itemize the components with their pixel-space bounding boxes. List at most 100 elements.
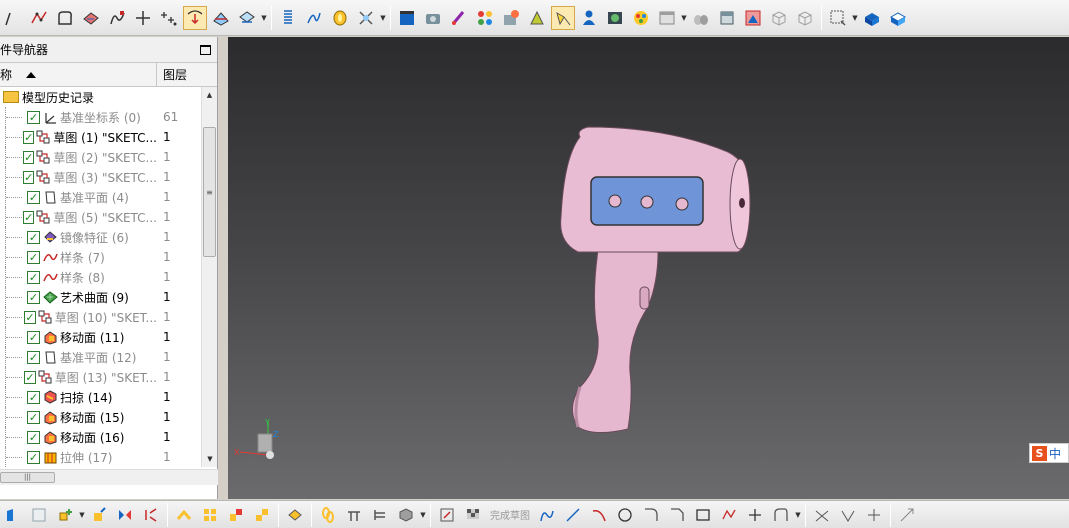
replace-component-icon[interactable] — [225, 504, 247, 526]
cube-view-icon[interactable] — [395, 504, 417, 526]
chevron-down-icon[interactable]: ▼ — [260, 14, 268, 22]
wave-link-icon[interactable] — [284, 504, 306, 526]
helix-icon[interactable] — [302, 6, 326, 30]
chevron-down-icon[interactable]: ▼ — [680, 14, 688, 22]
profile-shape-icon[interactable] — [53, 6, 77, 30]
visibility-checkbox[interactable]: ✓ — [27, 450, 40, 464]
cube-outline-icon[interactable] — [767, 6, 791, 30]
profile-icon[interactable] — [536, 504, 558, 526]
cylinders-icon[interactable] — [689, 6, 713, 30]
extend-icon[interactable] — [837, 504, 859, 526]
spotlight-icon[interactable] — [551, 5, 575, 30]
model-view[interactable]: Y X Z — [228, 37, 1069, 499]
project-curve-icon[interactable] — [183, 5, 207, 30]
column-name-header[interactable]: 称 — [0, 63, 157, 86]
polyline-icon[interactable] — [27, 6, 51, 30]
section-curve-icon[interactable] — [235, 6, 259, 30]
cube-wire-icon[interactable] — [793, 6, 817, 30]
reference-set-icon[interactable] — [343, 504, 365, 526]
visibility-checkbox[interactable]: ✓ — [27, 290, 40, 304]
move-component-icon[interactable] — [88, 504, 110, 526]
finish-sketch-flag-icon[interactable] — [462, 504, 484, 526]
shaded-view-icon[interactable] — [860, 6, 884, 30]
chevron-down-icon[interactable]: ▼ — [794, 511, 802, 519]
intersect-curve-icon[interactable] — [209, 6, 233, 30]
visibility-checkbox[interactable]: ✓ — [27, 330, 40, 344]
fillet-icon[interactable] — [640, 504, 662, 526]
tree-item[interactable]: ✓ 样条 (7) 1 — [0, 247, 201, 267]
box-shaded-icon[interactable] — [715, 6, 739, 30]
image-frame-icon[interactable] — [741, 6, 765, 30]
palette-icon[interactable] — [629, 6, 653, 30]
plus-point-icon[interactable] — [131, 6, 155, 30]
scene-image-icon[interactable] — [603, 6, 627, 30]
chevron-down-icon[interactable]: ▼ — [851, 14, 859, 22]
tree-item[interactable]: ✓ 移动面 (15) 1 — [0, 407, 201, 427]
drag-component-icon[interactable] — [251, 504, 273, 526]
finish-sketch-button[interactable]: 完成草图 — [490, 507, 530, 522]
arc-icon[interactable] — [588, 504, 610, 526]
chevron-down-icon[interactable]: ▼ — [379, 14, 387, 22]
tree-item[interactable]: ✓ 扫掠 (14) 1 — [0, 387, 201, 407]
tree-item[interactable]: ✓ 草图 (2) "SKETC... 1 — [0, 147, 201, 167]
clapboard-icon[interactable] — [395, 6, 419, 30]
assembly-tree-icon[interactable] — [369, 504, 391, 526]
tree-item[interactable]: ✓ 样条 (8) 1 — [0, 267, 201, 287]
edge-view-icon[interactable] — [886, 6, 910, 30]
tree-root[interactable]: 模型历史记录 — [0, 87, 201, 107]
tree-item[interactable]: ✓ 镜像特征 (6) 1 — [0, 227, 201, 247]
tree-item[interactable]: ✓ 基准坐标系 (0) 61 — [0, 107, 201, 127]
person-icon[interactable] — [577, 6, 601, 30]
visibility-checkbox[interactable]: ✓ — [24, 310, 36, 324]
point-icon[interactable] — [744, 504, 766, 526]
explode-icon[interactable] — [140, 504, 162, 526]
spline-tool-icon[interactable] — [105, 6, 129, 30]
mirror-assembly-icon[interactable] — [114, 504, 136, 526]
horizontal-scrollbar[interactable]: ||| — [0, 469, 218, 485]
assembly-add-icon[interactable] — [54, 504, 76, 526]
scroll-up-icon[interactable]: ▲ — [202, 87, 217, 103]
visibility-checkbox[interactable]: ✓ — [23, 210, 35, 224]
tree-item[interactable]: ✓ 移动面 (11) 1 — [0, 327, 201, 347]
surface-patch-icon[interactable] — [79, 6, 103, 30]
visibility-checkbox[interactable]: ✓ — [27, 410, 40, 424]
curve-analysis-icon[interactable] — [354, 6, 378, 30]
part-icon[interactable] — [2, 504, 24, 526]
tree-item[interactable]: ✓ 草图 (3) "SKETC... 1 — [0, 167, 201, 187]
visibility-checkbox[interactable]: ✓ — [23, 150, 35, 164]
visibility-checkbox[interactable]: ✓ — [27, 390, 40, 404]
brush-icon[interactable] — [447, 6, 471, 30]
tree-item[interactable]: ✓ 草图 (1) "SKETC... 1 — [0, 127, 201, 147]
constraints-icon[interactable] — [896, 504, 918, 526]
material-icon[interactable] — [499, 6, 523, 30]
trim-icon[interactable] — [811, 504, 833, 526]
tree-item[interactable]: ✓ 基准平面 (4) 1 — [0, 187, 201, 207]
tree-item[interactable]: ✓ 艺术曲面 (9) 1 — [0, 287, 201, 307]
tree-item[interactable]: ✓ 移动面 (16) 1 — [0, 427, 201, 447]
visibility-checkbox[interactable]: ✓ — [27, 430, 40, 444]
spring-icon[interactable] — [276, 6, 300, 30]
ime-indicator[interactable]: S 中 — [1029, 443, 1069, 463]
tree-item[interactable]: ✓ 草图 (10) "SKET... 1 — [0, 307, 201, 327]
visibility-checkbox[interactable]: ✓ — [27, 270, 40, 284]
visibility-checkbox[interactable]: ✓ — [27, 110, 40, 124]
tree-item[interactable]: ✓ 基准平面 (12) 1 — [0, 347, 201, 367]
corner-icon[interactable] — [863, 504, 885, 526]
point-set-icon[interactable] — [157, 6, 181, 30]
maximize-icon[interactable] — [200, 44, 211, 55]
rectangle-icon[interactable] — [692, 504, 714, 526]
polygon-icon[interactable] — [718, 504, 740, 526]
window-view-icon[interactable] — [655, 6, 679, 30]
visibility-checkbox[interactable]: ✓ — [27, 250, 40, 264]
vertical-scrollbar[interactable]: ▲ ≡ ▼ — [201, 87, 217, 467]
graphics-viewport[interactable]: Y X Z S 中 — [228, 37, 1069, 499]
drawing-sheet-icon[interactable] — [28, 504, 50, 526]
camera-icon[interactable] — [421, 6, 445, 30]
color-dots-icon[interactable] — [473, 6, 497, 30]
tree-item[interactable]: ✓ 拉伸 (17) 1 — [0, 447, 201, 467]
hscroll-thumb[interactable]: ||| — [0, 472, 55, 483]
scroll-down-icon[interactable]: ▼ — [202, 451, 218, 467]
offset-curve-icon[interactable] — [770, 504, 792, 526]
constraint-icon[interactable] — [173, 504, 195, 526]
tree-item[interactable]: ✓ 草图 (13) "SKET... 1 — [0, 367, 201, 387]
